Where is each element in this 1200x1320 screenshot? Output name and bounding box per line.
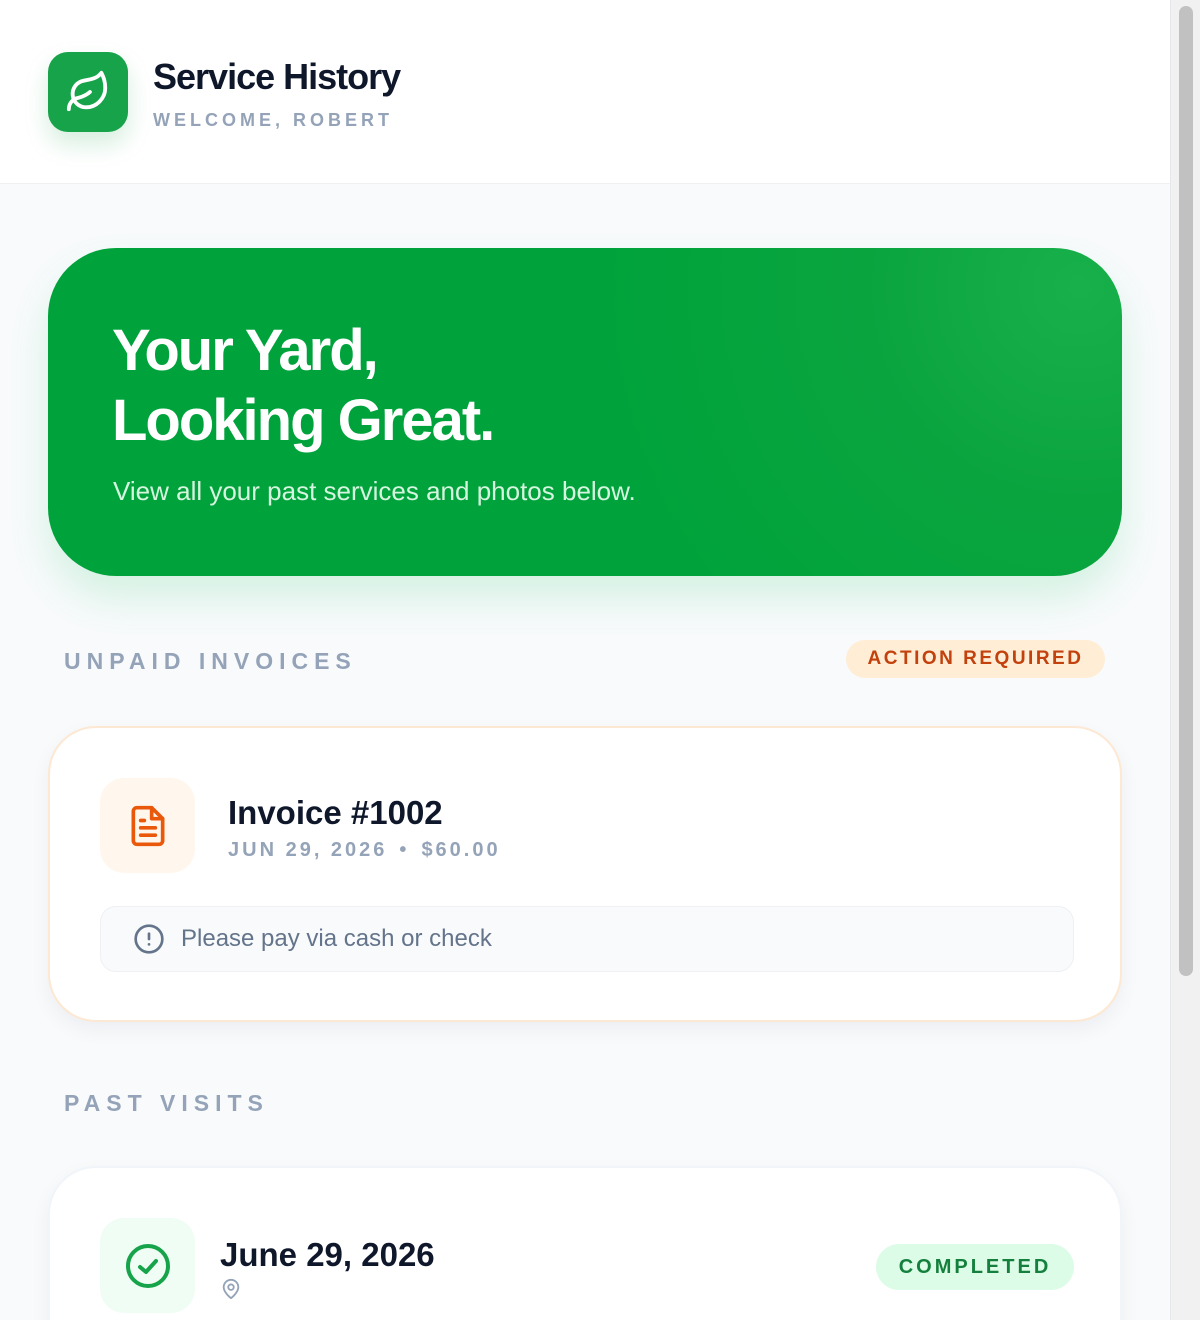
page-scrollbar[interactable] <box>1170 0 1200 1320</box>
app-header: Service History WELCOME, ROBERT <box>0 0 1170 184</box>
hero-banner: Your Yard, Looking Great. View all your … <box>48 248 1122 576</box>
visit-icon-box <box>100 1218 195 1313</box>
check-circle-icon <box>125 1243 170 1288</box>
welcome-text: WELCOME, ROBERT <box>153 110 393 130</box>
meta-separator: • <box>399 839 410 861</box>
payment-note: Please pay via cash or check <box>100 906 1074 972</box>
page: Service History WELCOME, ROBERT Your Yar… <box>0 0 1170 1320</box>
leaf-icon <box>66 70 108 112</box>
payment-note-text: Please pay via cash or check <box>181 925 492 952</box>
unpaid-invoices-heading: UNPAID INVOICES <box>64 648 357 674</box>
visit-card[interactable]: June 29, 2026 COMPLETED <box>48 1166 1122 1320</box>
map-pin-icon <box>222 1278 240 1300</box>
invoice-amount: $60.00 <box>421 839 501 861</box>
invoice-title: Invoice #1002 <box>228 794 443 831</box>
past-visits-heading: PAST VISITS <box>64 1090 269 1116</box>
action-required-badge: ACTION REQUIRED <box>846 640 1105 678</box>
invoice-meta: JUN 29, 2026 • $60.00 <box>228 839 501 862</box>
app-logo <box>48 52 128 132</box>
status-badge: COMPLETED <box>876 1244 1074 1290</box>
invoice-date: JUN 29, 2026 <box>228 839 388 861</box>
document-icon <box>131 805 164 846</box>
hero-title-line-2: Looking Great. <box>112 388 495 453</box>
hero-subtitle: View all your past services and photos b… <box>113 476 636 506</box>
hero-title-line-1: Your Yard, <box>112 318 379 383</box>
app-title: Service History <box>153 56 401 97</box>
info-circle-icon <box>134 924 164 954</box>
scrollbar-thumb[interactable] <box>1179 6 1193 976</box>
invoice-card[interactable]: Invoice #1002 JUN 29, 2026 • $60.00 Plea… <box>48 726 1122 1022</box>
visit-location <box>220 1278 242 1305</box>
hero-title: Your Yard, Looking Great. <box>112 316 495 456</box>
visit-date: June 29, 2026 <box>220 1236 435 1273</box>
invoice-icon-box <box>100 778 195 873</box>
